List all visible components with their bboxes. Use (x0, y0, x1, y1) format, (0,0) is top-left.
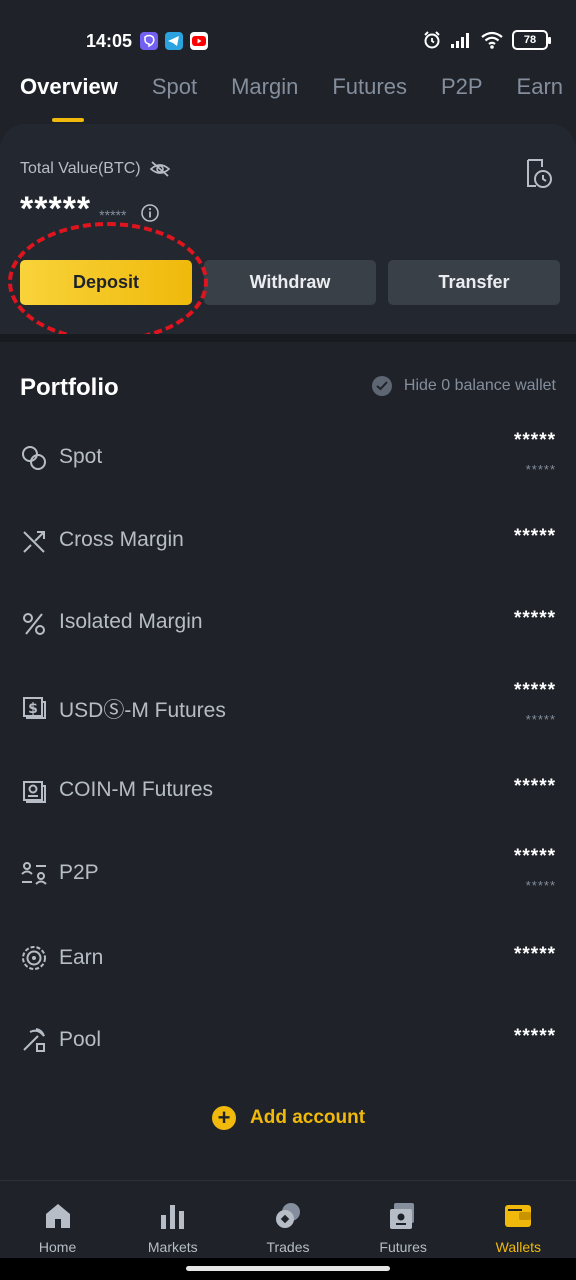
isolated-margin-icon (23, 613, 45, 635)
hide-zero-balance-label: Hide 0 balance wallet (403, 377, 556, 394)
hide-zero-balance-toggle[interactable]: Hide 0 balance wallet (371, 376, 556, 396)
action-buttons: Deposit Withdraw Transfer (20, 260, 560, 305)
telegram-icon (165, 32, 183, 50)
total-value-sub: ***** (99, 207, 127, 223)
nav-markets[interactable]: Markets (115, 1181, 230, 1259)
portfolio-row-isolated-margin[interactable]: Isolated Margin ***** (0, 606, 576, 666)
p2p-icon (21, 862, 47, 885)
nav-futures[interactable]: Futures (346, 1181, 461, 1259)
portfolio-value: ***** (514, 680, 556, 701)
youtube-icon (190, 32, 208, 50)
nav-label: Trades (266, 1239, 310, 1255)
portfolio-value: ***** (514, 430, 556, 451)
portfolio-label: Isolated Margin (59, 610, 203, 633)
portfolio-row-usds-futures[interactable]: $ USDⓈ-M Futures ***** ***** (0, 680, 576, 740)
portfolio-value: ***** (514, 526, 556, 547)
wifi-icon (481, 31, 503, 49)
earn-icon (22, 946, 46, 970)
tab-overview[interactable]: Overview (20, 74, 118, 122)
markets-icon (160, 1205, 184, 1229)
portfolio-label: COIN-M Futures (59, 778, 214, 801)
portfolio-row-p2p[interactable]: P2P ***** ***** (0, 846, 576, 906)
nav-wallets[interactable]: Wallets (461, 1181, 576, 1259)
tab-futures[interactable]: Futures (332, 74, 407, 122)
nav-label: Futures (379, 1239, 427, 1255)
tab-margin[interactable]: Margin (231, 74, 298, 122)
portfolio-row-spot[interactable]: Spot ***** ***** (0, 430, 576, 490)
tab-spot[interactable]: Spot (152, 74, 197, 122)
add-account-button[interactable]: + Add account (212, 1106, 365, 1130)
trades-icon (275, 1203, 300, 1228)
portfolio-sub-value: ***** (525, 712, 556, 727)
deposit-button[interactable]: Deposit (20, 260, 192, 305)
portfolio-title: Portfolio (20, 374, 119, 401)
portfolio-row-cross-margin[interactable]: Cross Margin ***** (0, 524, 576, 584)
portfolio-label: Cross Margin (59, 528, 184, 551)
nav-home[interactable]: Home (0, 1181, 115, 1259)
coin-futures-icon (23, 781, 46, 803)
nav-label: Home (38, 1239, 77, 1255)
portfolio-value: ***** (514, 1026, 556, 1047)
spot-icon (22, 446, 46, 470)
withdraw-button[interactable]: Withdraw (204, 260, 376, 305)
portfolio-label: Pool (59, 1028, 102, 1051)
battery-indicator: 78 (512, 30, 551, 50)
plus-icon: + (212, 1106, 236, 1130)
portfolio-row-earn[interactable]: Earn ***** (0, 942, 576, 1002)
portfolio-label: Spot (59, 445, 103, 468)
pool-icon (23, 1028, 45, 1052)
wallet-tabs: Overview Spot Margin Futures P2P Earn (20, 74, 576, 122)
portfolio-value: ***** (514, 776, 556, 797)
tab-p2p[interactable]: P2P (441, 74, 483, 122)
nav-trades[interactable]: Trades (230, 1181, 345, 1259)
portfolio-label: USDⓈ-M Futures (59, 699, 226, 722)
home-icon (45, 1204, 70, 1228)
portfolio-sub-value: ***** (525, 462, 556, 477)
futures-icon (390, 1203, 415, 1229)
svg-text:$: $ (28, 701, 38, 717)
wallets-icon (505, 1205, 532, 1227)
portfolio-value: ***** (514, 608, 556, 629)
alarm-icon (424, 31, 440, 49)
transfer-button[interactable]: Transfer (388, 260, 560, 305)
viber-icon (140, 32, 158, 50)
eye-off-icon[interactable] (149, 160, 171, 178)
section-divider (0, 334, 576, 342)
tab-earn[interactable]: Earn (517, 74, 563, 122)
checkmark-icon (371, 376, 392, 396)
portfolio-value: ***** (514, 944, 556, 965)
home-indicator[interactable] (186, 1266, 390, 1271)
total-value-label: Total Value(BTC) (20, 160, 141, 177)
portfolio-label: Earn (59, 946, 104, 969)
portfolio-sub-value: ***** (525, 878, 556, 893)
total-value: ***** (20, 190, 92, 228)
portfolio-row-coin-futures[interactable]: COIN-M Futures ***** (0, 774, 576, 834)
portfolio-label: P2P (59, 861, 99, 884)
signal-icon (451, 33, 469, 48)
usds-futures-icon: $ (23, 697, 46, 719)
portfolio-row-pool[interactable]: Pool ***** (0, 1024, 576, 1084)
info-icon[interactable] (140, 203, 160, 223)
status-bar: 14:05 78 (0, 0, 576, 60)
nav-label: Wallets (495, 1239, 542, 1255)
status-time: 14:05 (86, 31, 133, 51)
nav-label: Markets (147, 1239, 198, 1255)
add-account-label: Add account (250, 1107, 366, 1128)
portfolio-value: ***** (514, 846, 556, 867)
cross-margin-icon (23, 531, 45, 553)
bottom-nav: Home Markets Trades Futures Wallets (0, 1180, 576, 1258)
history-icon[interactable] (524, 158, 554, 190)
